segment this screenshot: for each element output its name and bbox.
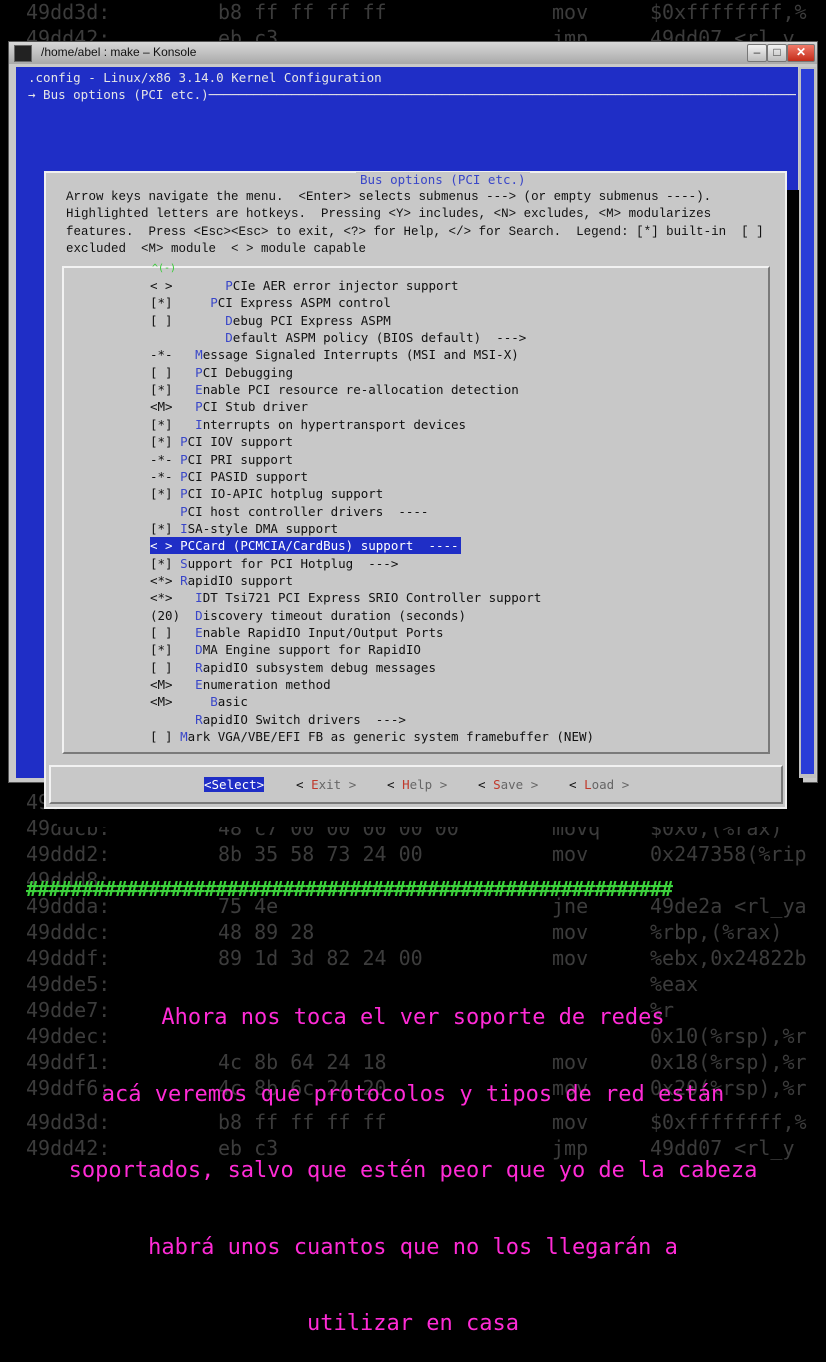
menu-item[interactable]: (20) Discovery timeout duration (seconds… [150,607,466,624]
menu-item[interactable]: [*] PCI IO-APIC hotplug support [150,485,383,502]
dump-row: 49ddd2: 8b 35 58 73 24 00 mov 0x247358(%rip [0,842,826,868]
menu-item[interactable]: Default ASPM policy (BIOS default) ---> [150,329,526,346]
menu-item[interactable]: < > PCIe AER error injector support [150,277,459,294]
terminal-app-icon[interactable] [14,45,32,62]
window-titlebar[interactable]: /home/abel : make – Konsole – □ ✕ [9,42,817,64]
save-button[interactable]: < Save > [478,777,538,792]
menu-item[interactable]: PCI host controller drivers ---- [150,503,428,520]
menu-item[interactable]: [*] Support for PCI Hotplug ---> [150,555,398,572]
help-button[interactable]: < Help > [387,777,447,792]
help-line: Highlighted letters are hotkeys. Pressin… [66,207,712,222]
menu-item[interactable]: [*] DMA Engine support for RapidIO [150,641,421,658]
menu-item[interactable]: -*- Message Signaled Interrupts (MSI and… [150,346,519,363]
menu-item[interactable]: [*] Enable PCI resource re-allocation de… [150,381,519,398]
help-text: Arrow keys navigate the menu. <Enter> se… [66,189,764,259]
dump-ops: 49de2a <rl_ya [650,894,807,918]
dump-row: 49dddc: 48 89 28 mov %rbp,(%rax) [0,920,826,946]
dump-addr: 49dd3d: [26,0,111,24]
minimize-button[interactable]: – [747,44,767,62]
dump-addr: 49dddc: [26,920,111,944]
menu-item[interactable]: [*] Interrupts on hypertransport devices [150,416,466,433]
breadcrumb: → Bus options (PCI etc.)────────────────… [28,87,796,102]
menu-item[interactable]: [ ] Mark VGA/VBE/EFI FB as generic syste… [150,728,594,745]
menu-item[interactable]: -*- PCI PASID support [150,468,308,485]
terminal-scrollbar[interactable] [799,67,816,778]
help-line: features. Press <Esc><Esc> to exit, <?> … [66,224,764,239]
menu-item[interactable]: [ ] PCI Debugging [150,364,293,381]
menu-item[interactable]: -*- PCI PRI support [150,451,293,468]
scrollbar-thumb[interactable] [801,69,814,774]
config-title: .config - Linux/x86 3.14.0 Kernel Config… [28,70,382,85]
dump-ops: 0x247358(%rip [650,842,807,866]
menu-item[interactable]: [*] ISA-style DMA support [150,520,338,537]
close-button[interactable]: ✕ [787,44,815,62]
menu-item[interactable]: <*> IDT Tsi721 PCI Express SRIO Controll… [150,589,541,606]
window-title: /home/abel : make – Konsole [41,45,197,59]
caption-line: habrá unos cuantos que no los llegarán a [148,1234,678,1260]
menuconfig-dialog: Bus options (PCI etc.) Arrow keys naviga… [44,171,787,809]
hash-separator: ########################################… [26,877,673,901]
menu-item[interactable]: [*] PCI Express ASPM control [150,294,391,311]
caption-line: soportados, salvo que estén peor que yo … [68,1158,758,1183]
dump-bytes: b8 ff ff ff ff [218,0,387,24]
help-line: excluded <M> module < > module capable [66,242,367,257]
dump-ops: %rbp,(%rax) [650,920,783,944]
button-bar: <Select> < Exit > < Help > < Save > < Lo… [49,765,783,804]
maximize-button[interactable]: □ [767,44,787,62]
dump-mnem: mov [552,842,589,866]
dump-row: 49dd3d: b8 ff ff ff ff mov $0xffffffff,% [0,0,826,26]
caption-line: utilizar en casa [307,1311,519,1336]
dump-bytes: 48 89 28 [218,920,315,944]
caption-text: Ahora nos toca el ver soporte de redes a… [0,954,826,1362]
menu-list[interactable]: ^(-) < > PCIe AER error injector support… [62,263,770,754]
konsole-window: /home/abel : make – Konsole – □ ✕ .confi… [8,41,818,827]
exit-button[interactable]: < Exit > [296,777,356,792]
menu-item[interactable]: <M> Enumeration method [150,676,331,693]
dialog-title: Bus options (PCI etc.) [356,172,530,187]
load-button[interactable]: < Load > [569,777,629,792]
caption-line: acá veremos que protocolos y tipos de re… [101,1081,725,1107]
terminal-area[interactable]: .config - Linux/x86 3.14.0 Kernel Config… [16,67,803,827]
menu-item[interactable]: <M> Basic [150,693,248,710]
menu-item[interactable]: [ ] Enable RapidIO Input/Output Ports [150,624,444,641]
scroll-up-indicator: ^(-) [152,263,177,274]
caption-line: Ahora nos toca el ver soporte de redes [161,1005,665,1030]
dump-ops: $0xffffffff,% [650,0,807,24]
dump-addr: 49ddd2: [26,842,111,866]
dump-mnem: mov [552,0,589,24]
dump-mnem: mov [552,920,589,944]
select-button[interactable]: <Select> [204,777,265,792]
menu-item[interactable]: [ ] Debug PCI Express ASPM [150,312,391,329]
menu-item[interactable]: <M> PCI Stub driver [150,398,308,415]
menu-item[interactable]: [ ] RapidIO subsystem debug messages [150,659,436,676]
dump-bytes: 8b 35 58 73 24 00 [218,842,423,866]
menu-item[interactable]: <*> RapidIO support [150,572,293,589]
menu-item[interactable]: [*] PCI IOV support [150,433,293,450]
menu-item[interactable]: RapidIO Switch drivers ---> [150,711,406,728]
menu-item-selected[interactable]: < > PCCard (PCMCIA/CardBus) support ---- [150,537,461,555]
help-line: Arrow keys navigate the menu. <Enter> se… [66,190,712,204]
